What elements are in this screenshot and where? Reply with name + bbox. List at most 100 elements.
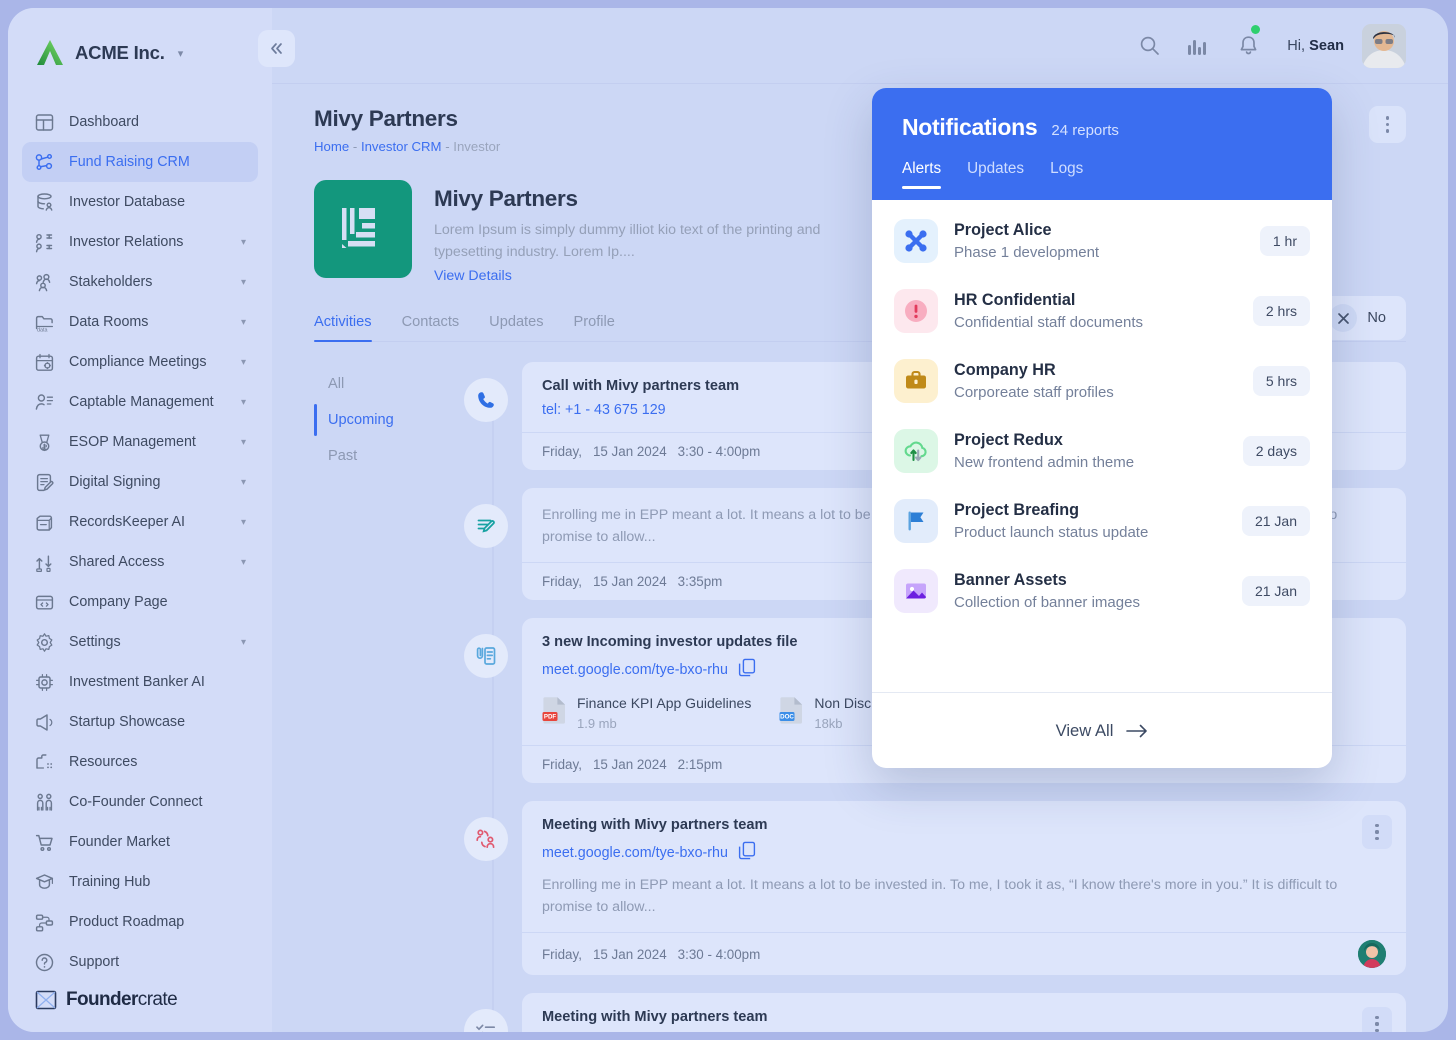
sidebar-item-captable-management[interactable]: Captable Management ▾	[22, 382, 258, 422]
page-kebab-button[interactable]	[1369, 106, 1406, 143]
chevron-down-icon[interactable]: ▾	[241, 517, 246, 528]
sidebar-item-settings[interactable]: Settings ▾	[22, 622, 258, 662]
user-greeting[interactable]: Hi, Sean	[1287, 38, 1344, 54]
sidebar-item-label: Data Rooms	[69, 314, 149, 330]
activity-card-kebab[interactable]	[1362, 1007, 1392, 1032]
sidebar-item-dashboard[interactable]: Dashboard	[22, 102, 258, 142]
sidebar-item-compliance-meetings[interactable]: Compliance Meetings ▾	[22, 342, 258, 382]
activity-filter-past[interactable]: Past	[314, 438, 464, 474]
view-all-button[interactable]: View All	[872, 692, 1332, 768]
sidebar-item-investment-banker-ai[interactable]: Investment Banker AI	[22, 662, 258, 702]
activity-card[interactable]: Meeting with Mivy partners team meet.goog…	[522, 801, 1406, 975]
chevron-down-icon[interactable]: ▾	[241, 637, 246, 648]
activity-time: 3:30 - 4:00pm	[677, 444, 761, 459]
sidebar-item-esop-management[interactable]: ESOP Management ▾	[22, 422, 258, 462]
copy-icon[interactable]	[738, 841, 756, 864]
notifications-tab-logs[interactable]: Logs	[1050, 160, 1083, 189]
notification-item[interactable]: Project Breafing Product launch status up…	[894, 486, 1310, 556]
activity-item: Meeting with Mivy partners team meet.goog…	[464, 801, 1406, 975]
activity-footer: Friday, 15 Jan 2024 3:30 - 4:00pm	[522, 932, 1406, 975]
sidebar-item-label: Compliance Meetings	[69, 354, 207, 370]
chevron-down-icon[interactable]: ▾	[241, 477, 246, 488]
breadcrumb-investor-crm[interactable]: Investor CRM	[361, 139, 442, 154]
sidebar-item-founder-market[interactable]: Founder Market	[22, 822, 258, 862]
chevron-down-icon[interactable]: ▾	[241, 237, 246, 248]
notification-title: HR Confidential	[954, 291, 1076, 309]
sidebar-item-label: Investor Relations	[69, 234, 184, 250]
notifications-tab-alerts[interactable]: Alerts	[902, 160, 942, 189]
breadcrumb-home[interactable]: Home	[314, 139, 349, 154]
sidebar-item-support[interactable]: Support	[22, 942, 258, 982]
sidebar-item-resources[interactable]: Resources	[22, 742, 258, 782]
file-size: 1.9 mb	[577, 716, 617, 731]
tab-contacts[interactable]: Contacts	[402, 314, 460, 341]
chevron-down-icon[interactable]: ▾	[241, 557, 246, 568]
notification-title: Banner Assets	[954, 571, 1067, 589]
sidebar-collapse-button[interactable]	[258, 30, 295, 67]
sidebar-item-recordskeeper-ai[interactable]: RecordsKeeper AI ▾	[22, 502, 258, 542]
tab-activities[interactable]: Activities	[314, 314, 372, 342]
megaphone-icon	[34, 712, 55, 733]
drone-icon	[894, 219, 938, 263]
bell-icon[interactable]	[1238, 24, 1261, 57]
copy-icon[interactable]	[738, 658, 756, 681]
tab-updates[interactable]: Updates	[489, 314, 543, 341]
sidebar-item-company-page[interactable]: Company Page	[22, 582, 258, 622]
chevron-down-icon[interactable]: ▾	[241, 317, 246, 328]
compliance-icon	[34, 352, 55, 373]
image-icon	[894, 569, 938, 613]
tab-label: Updates	[489, 314, 544, 330]
filter-label: All	[328, 376, 345, 392]
notification-item[interactable]: HR Confidential Confidential staff docume…	[894, 276, 1310, 346]
notifications-tab-updates[interactable]: Updates	[967, 160, 1024, 189]
notification-title: Project Alice	[954, 221, 1052, 239]
activity-link[interactable]: meet.google.com/tye-bxo-rhu	[542, 841, 1386, 864]
brand-selector[interactable]: ACME Inc. ▾	[8, 30, 272, 76]
sidebar-item-stakeholders[interactable]: Stakeholders ▾	[22, 262, 258, 302]
roadmap-icon	[34, 912, 55, 933]
help-icon	[34, 952, 55, 973]
notification-item[interactable]: Project Alice Phase 1 development 1 hr	[894, 206, 1310, 276]
avatar[interactable]	[1362, 23, 1406, 68]
activity-card[interactable]: Meeting with Mivy partners teamtel: +1 -…	[522, 993, 1406, 1032]
chevron-down-icon[interactable]: ▾	[241, 437, 246, 448]
chevron-down-icon[interactable]: ▾	[241, 397, 246, 408]
notification-item[interactable]: Banner Assets Collection of banner images…	[894, 556, 1310, 626]
activity-time: 2:15pm	[677, 757, 723, 772]
activity-date: 15 Jan 2024	[592, 574, 667, 589]
attendee-avatar[interactable]	[1358, 940, 1386, 968]
gear-icon	[34, 632, 55, 653]
sidebar-item-fund-raising-crm[interactable]: Fund Raising CRM	[22, 142, 258, 182]
activity-filter-all[interactable]: All	[314, 366, 464, 402]
notification-time-badge: 21 Jan	[1241, 576, 1310, 606]
activity-card-kebab[interactable]	[1362, 815, 1392, 849]
search-icon[interactable]	[1139, 35, 1160, 56]
breadcrumb-current: Investor	[453, 139, 501, 154]
sidebar-item-co-founder-connect[interactable]: Co-Founder Connect	[22, 782, 258, 822]
sidebar-item-shared-access[interactable]: Shared Access ▾	[22, 542, 258, 582]
activity-filter-upcoming[interactable]: Upcoming	[314, 402, 464, 438]
notification-item[interactable]: Company HR Corporeate staff profiles 5 hrs	[894, 346, 1310, 416]
bar-chart-icon[interactable]	[1188, 37, 1210, 55]
view-details-link[interactable]: View Details	[434, 268, 834, 284]
sidebar-item-startup-showcase[interactable]: Startup Showcase	[22, 702, 258, 742]
chevron-down-icon[interactable]: ▾	[241, 277, 246, 288]
notification-item[interactable]: Project Redux New frontend admin theme 2 d…	[894, 416, 1310, 486]
activity-link-text: meet.google.com/tye-bxo-rhu	[542, 661, 728, 678]
data-rooms-icon: data	[34, 312, 55, 333]
sidebar-item-training-hub[interactable]: Training Hub	[22, 862, 258, 902]
sidebar-item-data-rooms[interactable]: data Data Rooms ▾	[22, 302, 258, 342]
sidebar-item-investor-database[interactable]: Investor Database	[22, 182, 258, 222]
note-edit-icon	[464, 504, 508, 548]
page-actions	[1369, 106, 1406, 143]
tab-profile[interactable]: Profile	[574, 314, 615, 341]
banker-icon	[34, 672, 55, 693]
sidebar-item-investor-relations[interactable]: Investor Relations ▾	[22, 222, 258, 262]
chevron-down-icon[interactable]: ▾	[241, 357, 246, 368]
chevron-down-icon[interactable]: ▾	[178, 47, 184, 60]
sidebar-item-product-roadmap[interactable]: Product Roadmap	[22, 902, 258, 942]
cart-icon	[34, 832, 55, 853]
file-attachment[interactable]: PDF Finance KPI App Guidelines 1.9 mb	[542, 695, 751, 731]
notification-time-badge: 2 days	[1242, 436, 1310, 466]
sidebar-item-digital-signing[interactable]: Digital Signing ▾	[22, 462, 258, 502]
